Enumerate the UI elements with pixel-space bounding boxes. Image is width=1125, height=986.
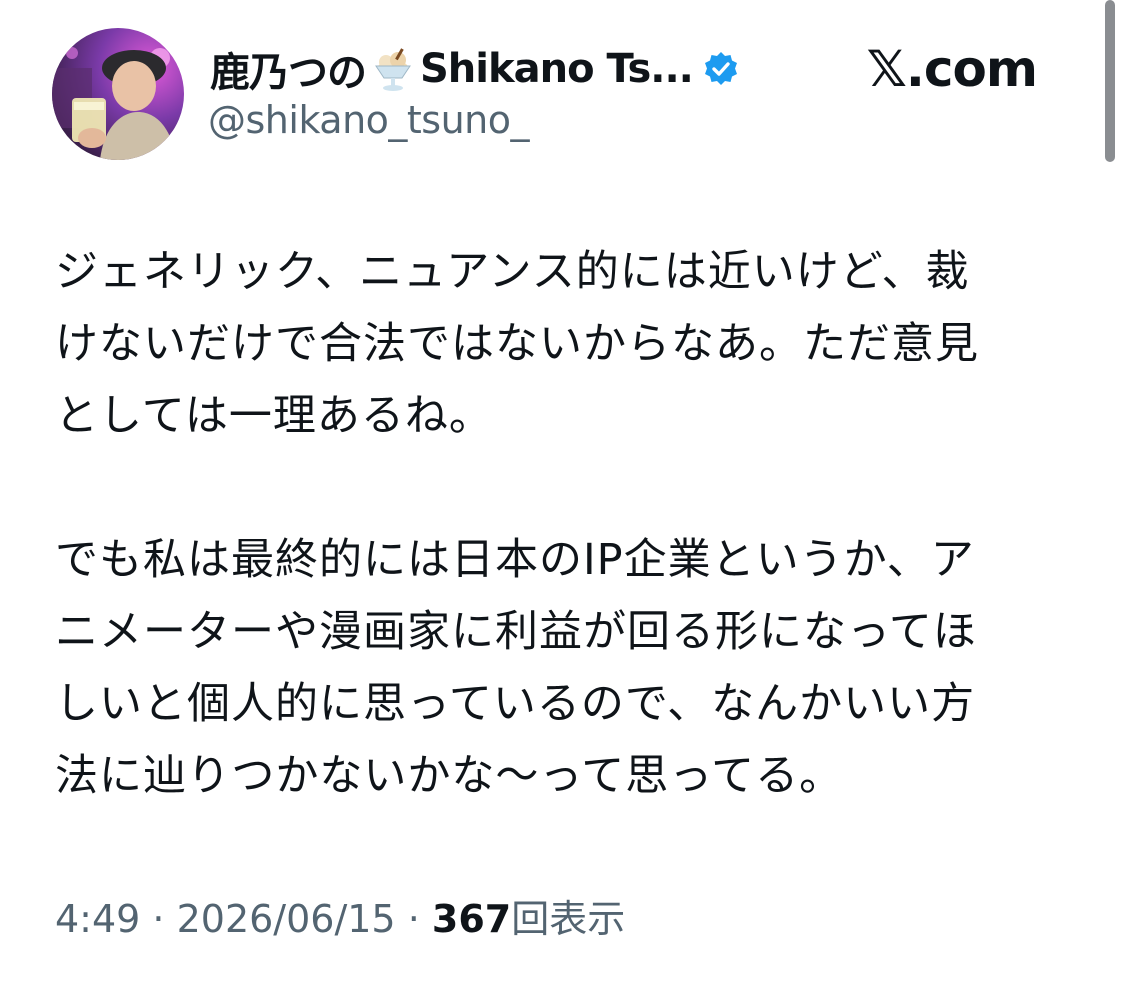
- display-name-jp: 鹿乃つの: [210, 50, 367, 96]
- display-name-en: Shikano Ts...: [420, 46, 694, 92]
- tweet-date[interactable]: 2026/06/15: [177, 897, 396, 941]
- tweet-time[interactable]: 4:49: [55, 897, 140, 941]
- scrollbar[interactable]: [1105, 0, 1115, 162]
- ice-cream-sundae-icon: [368, 44, 418, 94]
- site-label: 𝕏.com: [866, 40, 1038, 98]
- views-label: 回表示: [511, 897, 626, 941]
- tweet-paragraph-2: でも私は最終的には日本のIP企業というか、ア ニメーターや漫画家に利益が回る形に…: [55, 535, 977, 801]
- views-count: 367: [431, 897, 512, 941]
- tweet-text: ジェネリック、ニュアンス的には近いけど、裁 けないだけで合法ではないからなあ。た…: [55, 236, 1065, 812]
- avatar[interactable]: [52, 28, 184, 160]
- tweet-paragraph-1: ジェネリック、ニュアンス的には近いけど、裁 けないだけで合法ではないからなあ。た…: [55, 247, 979, 441]
- author-handle[interactable]: @shikano_tsuno_: [208, 98, 530, 142]
- meta-separator: ·: [395, 897, 432, 941]
- author-display-name[interactable]: 鹿乃つの Shikano Ts...: [210, 44, 739, 96]
- avatar-photo: [52, 28, 184, 160]
- verified-badge-icon: [703, 51, 739, 87]
- meta-separator: ·: [140, 897, 177, 941]
- tweet-meta: 4:49 · 2026/06/15 · 367回表示: [55, 888, 625, 943]
